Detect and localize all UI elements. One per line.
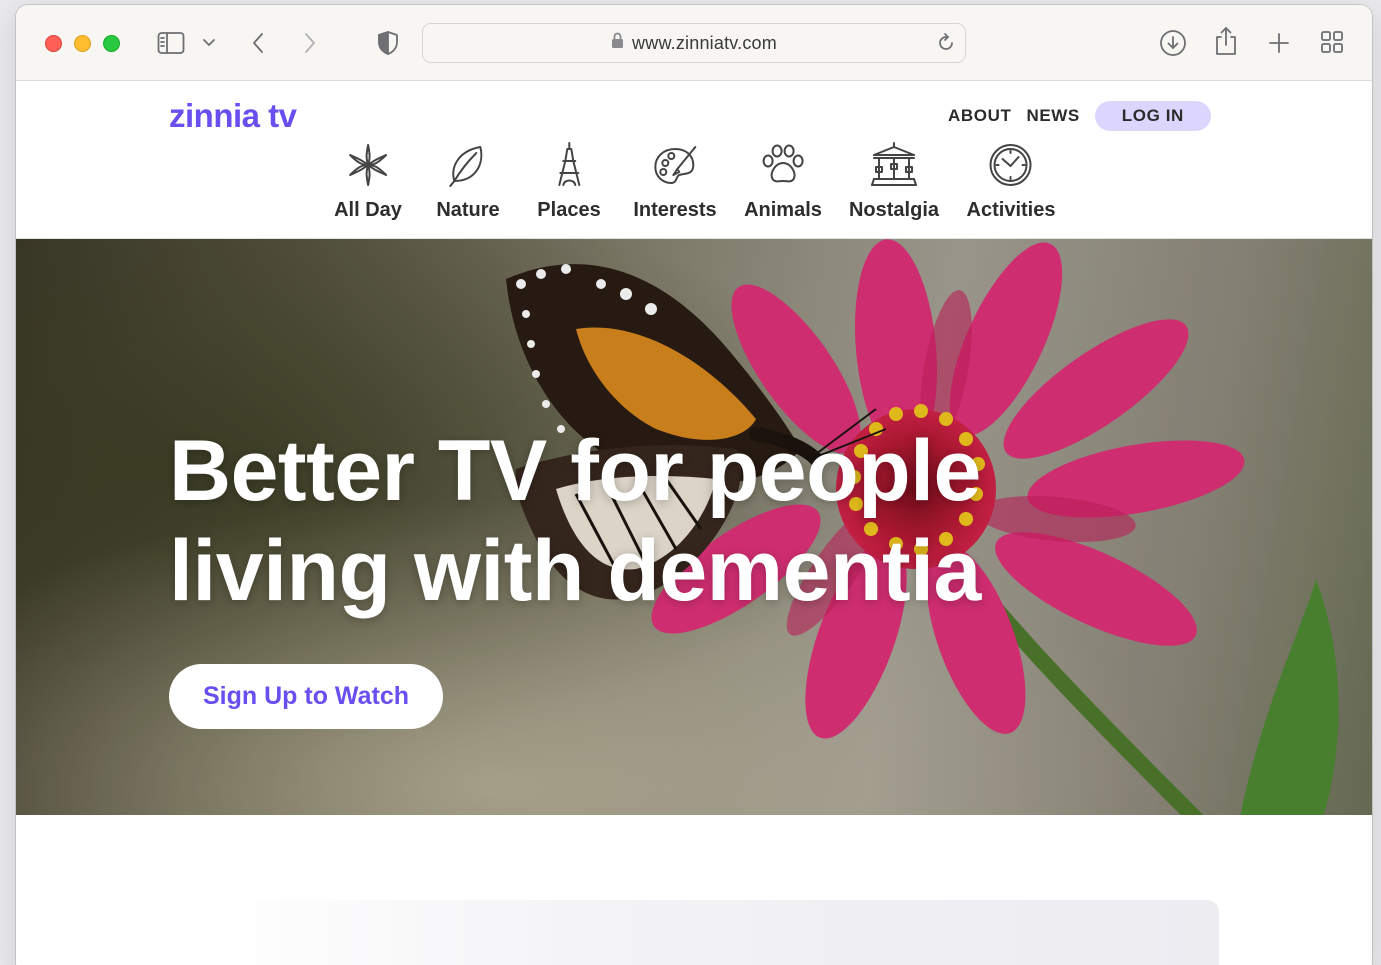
forward-icon[interactable] [300,29,320,57]
chevron-down-icon[interactable] [200,35,218,51]
category-places[interactable]: Places [537,141,601,222]
tab-overview-icon[interactable] [1319,29,1345,55]
category-label: Interests [633,199,717,221]
top-nav: ABOUT NEWS LOG IN [948,101,1211,131]
lock-icon [611,32,624,54]
category-label: All Day [334,199,402,221]
close-window-button[interactable] [45,35,62,52]
address-bar[interactable]: www.zinniatv.com [422,23,966,63]
category-label: Activities [966,199,1056,221]
sparkle-icon [349,144,387,186]
category-label: Animals [744,199,822,221]
hero-title-line1: Better TV for people [169,423,981,519]
category-activities[interactable]: Activities [966,141,1056,222]
share-icon[interactable] [1213,25,1239,57]
browser-toolbar: www.zinniatv.com [16,5,1372,81]
about-link[interactable]: ABOUT [948,106,1011,126]
minimize-window-button[interactable] [74,35,91,52]
category-label: Nostalgia [848,199,940,221]
news-link[interactable]: NEWS [1026,106,1079,126]
site-header: zinnia tv ABOUT NEWS LOG IN All Day Natu… [16,81,1372,239]
content-card [203,900,1219,965]
back-icon[interactable] [248,29,268,57]
category-all-day[interactable]: All Day [334,141,402,222]
leaf-icon [448,146,482,187]
palette-icon [654,146,696,184]
sign-up-button[interactable]: Sign Up to Watch [169,664,443,729]
url-text: www.zinniatv.com [632,32,777,53]
shield-icon[interactable] [375,29,401,57]
browser-window: www.zinniatv.com zinnia tv ABOUT NEWS LO… [16,5,1372,965]
hero-banner: Better TV for people living with dementi… [16,239,1372,815]
category-animals[interactable]: Animals [744,141,822,222]
eiffel-tower-icon [557,142,580,186]
login-button[interactable]: LOG IN [1094,101,1211,131]
zoom-window-button[interactable] [103,35,120,52]
new-tab-icon[interactable] [1267,30,1291,56]
category-label: Nature [436,199,500,221]
category-label: Places [537,199,601,221]
sidebar-icon[interactable] [156,30,186,56]
category-interests[interactable]: Interests [633,141,717,222]
reload-icon[interactable] [935,32,957,59]
clock-icon [990,144,1032,186]
paw-icon [762,144,804,183]
logo[interactable]: zinnia tv [169,97,297,135]
download-icon[interactable] [1158,28,1188,58]
hero-title: Better TV for people living with dementi… [169,421,981,621]
carousel-icon [871,142,917,186]
category-nostalgia[interactable]: Nostalgia [849,141,939,222]
hero-title-line2: living with dementia [169,523,981,619]
category-nature[interactable]: Nature [436,141,500,222]
